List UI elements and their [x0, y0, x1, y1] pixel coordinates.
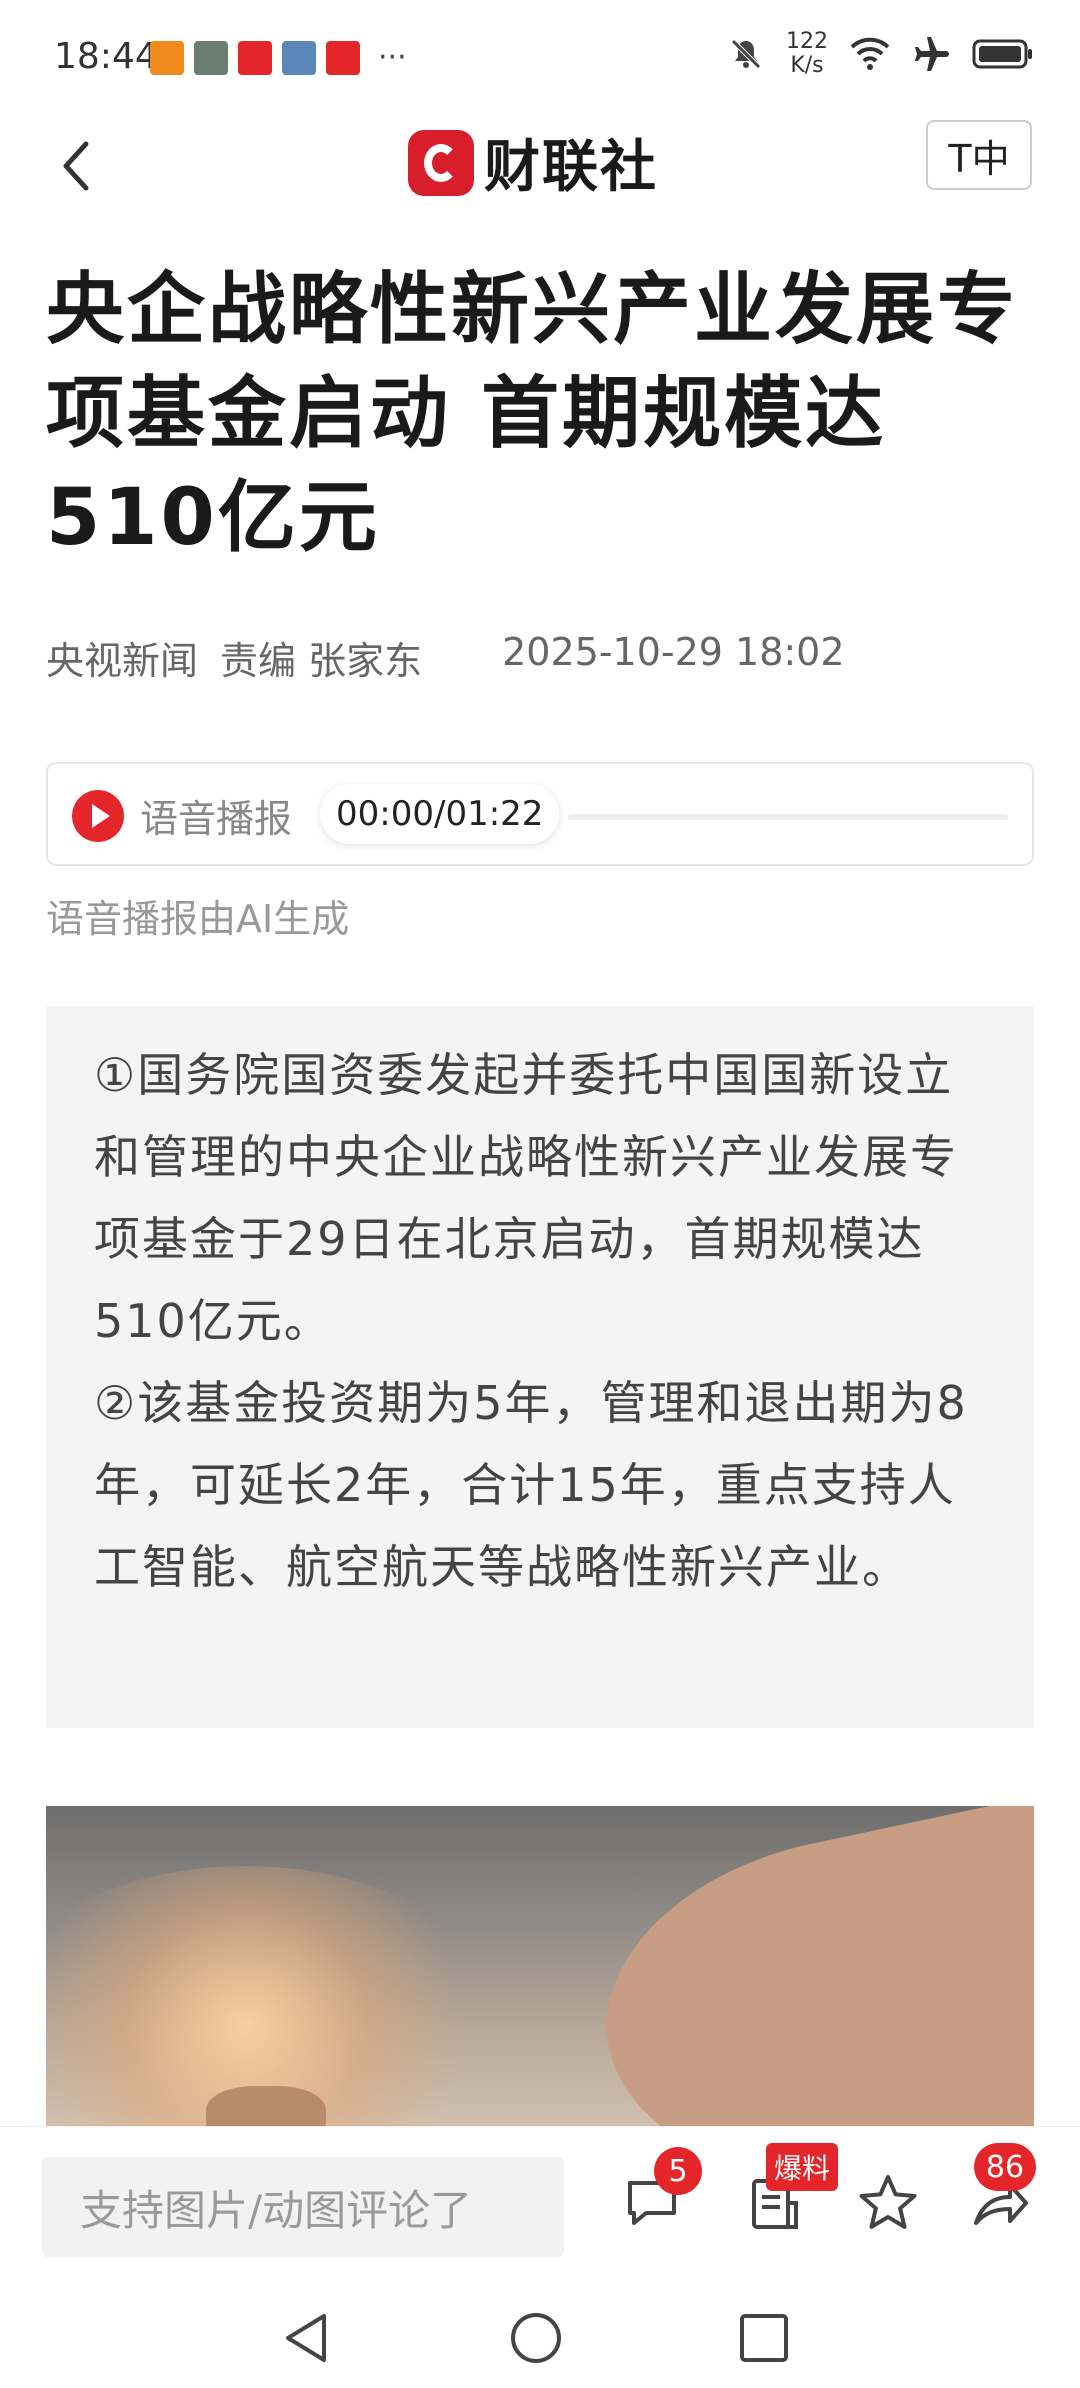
- status-notification-icons: ···: [150, 40, 407, 75]
- logo-c-icon: [408, 129, 474, 196]
- battery-icon: [972, 39, 1032, 69]
- image-hand: [576, 1806, 1034, 2126]
- audio-progress-time[interactable]: 00:00/01:22: [320, 784, 560, 844]
- article-date: 2025-10-29 18:02: [502, 630, 845, 674]
- wifi-icon: [850, 37, 890, 70]
- comment-input[interactable]: 支持图片/动图评论了: [42, 2157, 564, 2257]
- star-icon: [859, 2175, 917, 2229]
- logo-text: 财联社: [484, 135, 658, 200]
- audio-progress-track[interactable]: [568, 814, 1008, 820]
- summary-point-1: ①国务院国资委发起并委托中国国新设立和管理的中央企业战略性新兴产业发展专项基金于…: [94, 1048, 958, 1348]
- nav-recents-icon[interactable]: [738, 2312, 790, 2364]
- bottom-action-bar: 支持图片/动图评论了 5 爆料 86: [0, 2126, 1080, 2287]
- article-title: 央企战略性新兴产业发展专项基金启动 首期规模达510亿元: [46, 265, 1019, 563]
- article-editor: 责编 张家东: [220, 639, 423, 683]
- more-notifications-icon: ···: [378, 40, 407, 75]
- audio-label: 语音播报: [140, 797, 293, 841]
- share-count-badge: 86: [974, 2143, 1036, 2191]
- nav-home-icon[interactable]: [508, 2310, 564, 2366]
- system-nav-bar: [0, 2286, 1080, 2388]
- status-bar: 18:44 ··· 122 K/s: [0, 0, 1080, 110]
- toutiao-icon: [238, 40, 272, 75]
- mute-icon: [731, 39, 761, 69]
- summary-point-2: ②该基金投资期为5年，管理和退出期为8年，可延长2年，合计15年，重点支持人工智…: [94, 1376, 968, 1594]
- network-speed: 122 K/s: [786, 30, 828, 78]
- status-right-icons: 122 K/s: [728, 30, 1034, 78]
- image-coin-stack: [206, 2086, 326, 2126]
- network-speed-value: 122: [786, 29, 828, 54]
- status-time: 18:44: [54, 36, 158, 77]
- nav-back-icon[interactable]: [280, 2310, 332, 2366]
- article-meta: 央视新闻 责编 张家东 2025-10-29 18:02: [46, 630, 845, 685]
- comment-count-badge: 5: [654, 2147, 702, 2195]
- toutiao-icon: [326, 40, 360, 75]
- play-button[interactable]: [72, 790, 124, 842]
- photo-icon: [282, 40, 316, 75]
- chevron-left-icon: [63, 141, 89, 191]
- report-badge: 爆料: [766, 2143, 839, 2191]
- audio-player: 语音播报 00:00/01:22: [46, 762, 1034, 866]
- app-logo: 财联社: [408, 122, 658, 203]
- article-source: 央视新闻: [46, 639, 199, 683]
- photo-icon: [194, 40, 228, 75]
- favorite-button[interactable]: [856, 2171, 920, 2235]
- audio-ai-note: 语音播报由AI生成: [46, 897, 350, 941]
- font-size-button[interactable]: T中: [926, 120, 1032, 190]
- article-summary: ①国务院国资委发起并委托中国国新设立和管理的中央企业战略性新兴产业发展专项基金于…: [46, 1006, 1034, 1728]
- app-icon: [150, 40, 184, 75]
- network-speed-unit: K/s: [790, 53, 824, 78]
- airplane-icon: [915, 37, 949, 71]
- nav-bar: 财联社 T中: [0, 110, 1080, 240]
- back-button[interactable]: [50, 130, 110, 200]
- article-image[interactable]: [46, 1806, 1034, 2126]
